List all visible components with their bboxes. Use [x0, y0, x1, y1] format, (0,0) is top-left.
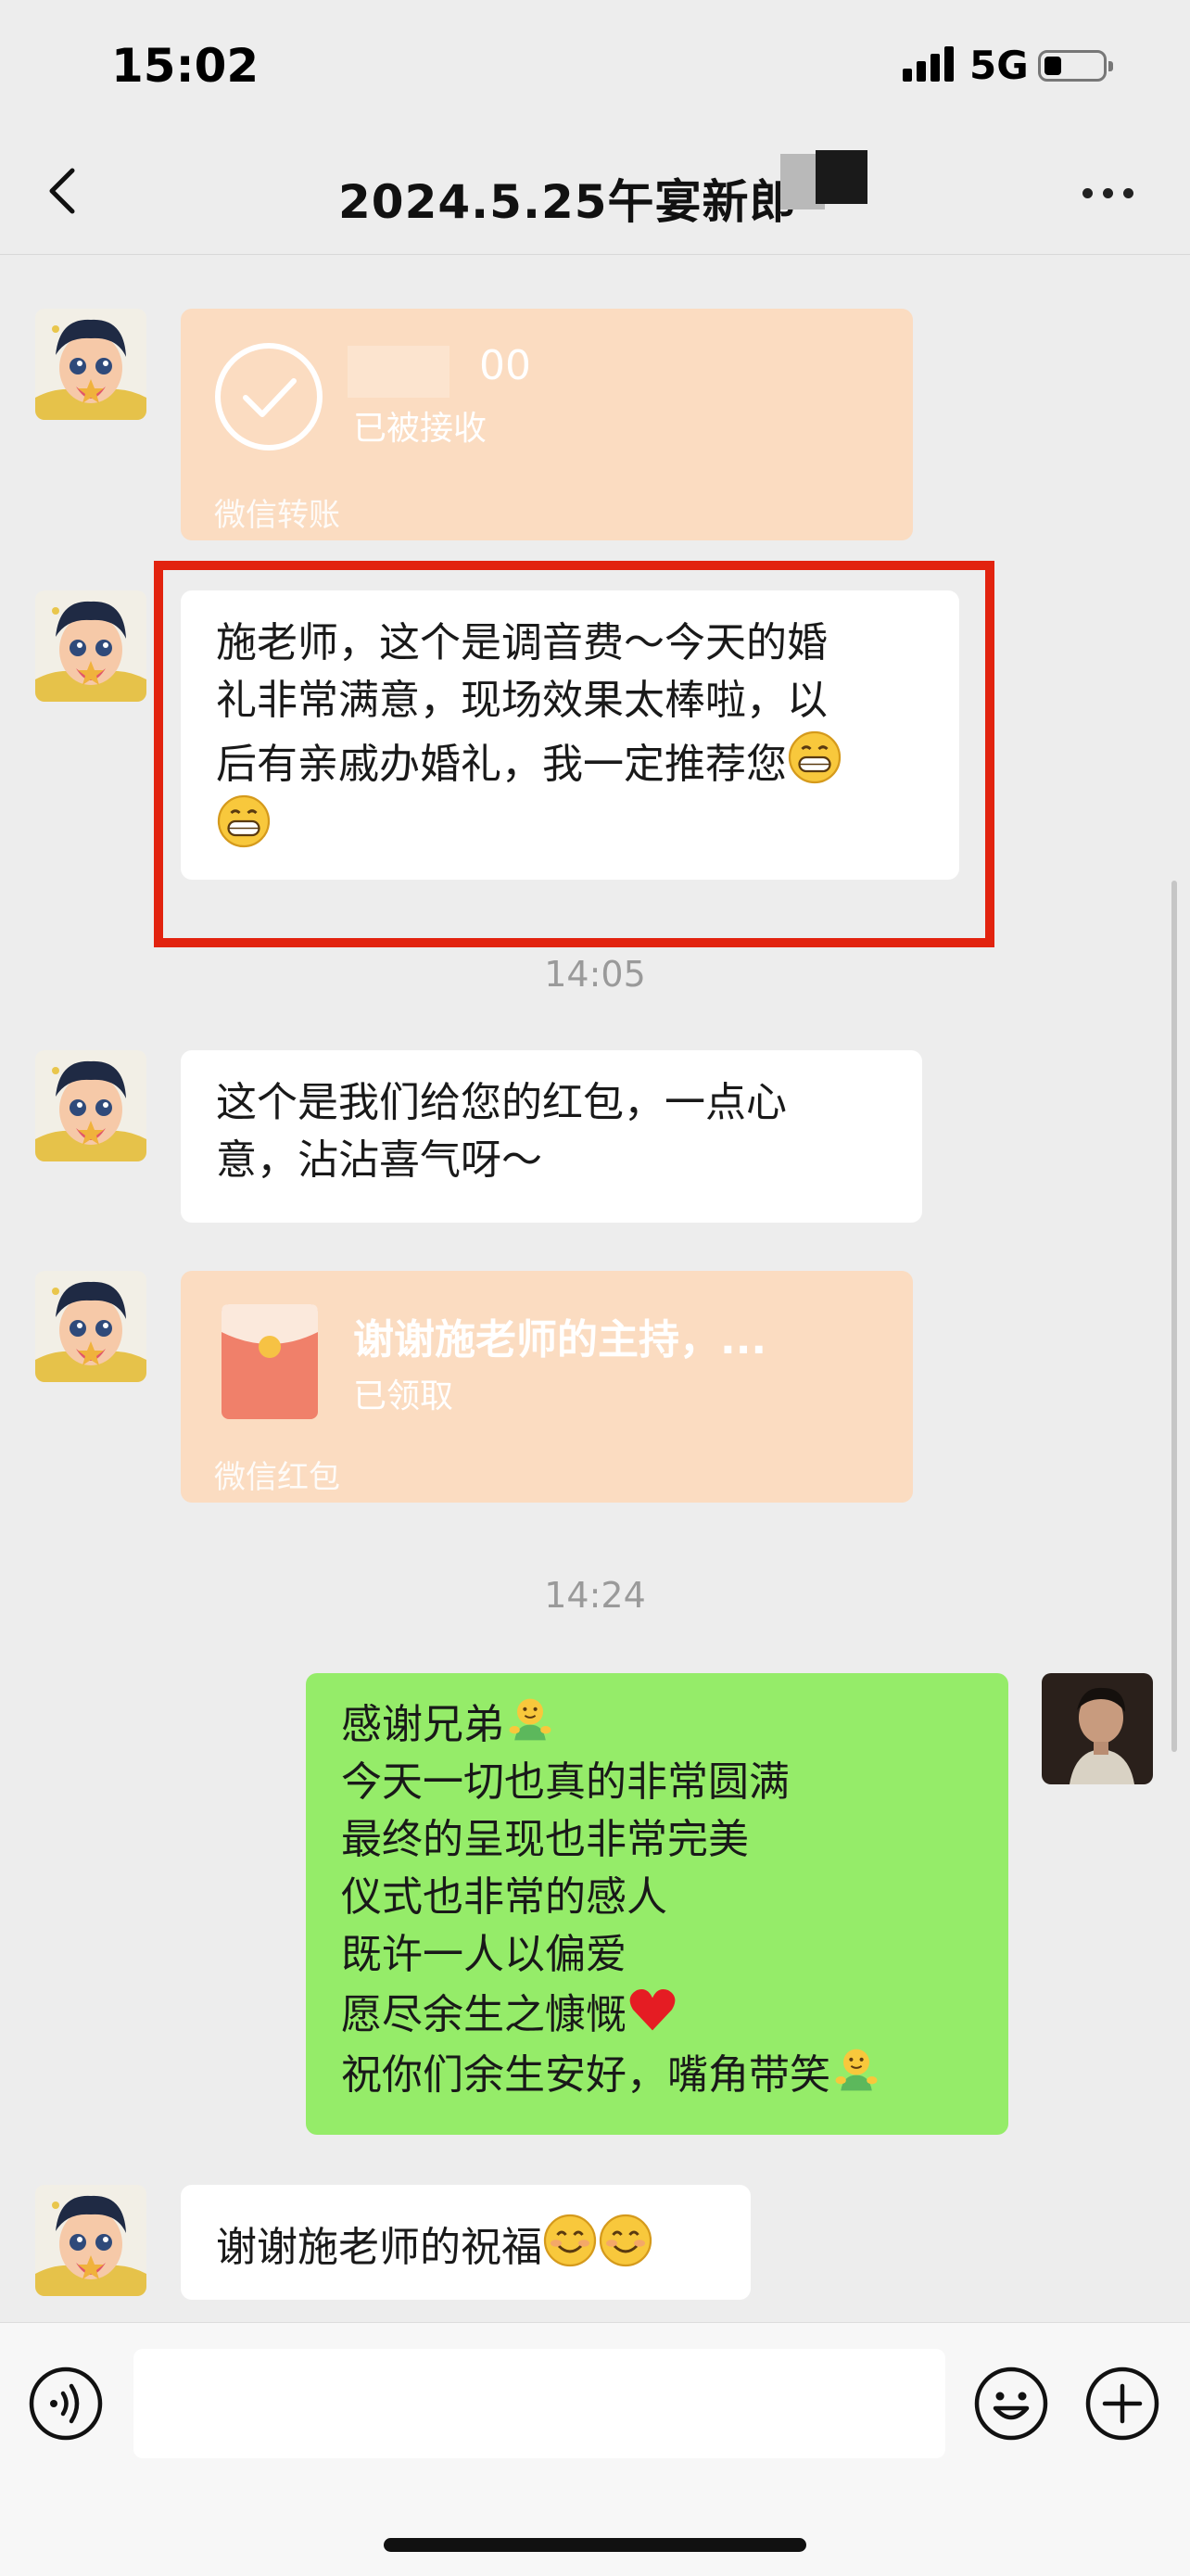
transfer-amount-redaction [348, 346, 449, 398]
transfer-amount: 00 [479, 342, 531, 389]
message-line: 愿尽余生之慷慨 [341, 1984, 973, 2044]
red-packet-icon [222, 1304, 318, 1419]
nav-bar: 2024.5.25午宴新郎 [0, 130, 1190, 255]
smile-emoji-icon [542, 2213, 598, 2268]
hug-emoji-icon [830, 2044, 882, 2096]
red-packet-label: 微信红包 [214, 1459, 340, 1496]
ellipsis-icon [1082, 188, 1093, 198]
status-bar: 15:02 5G [0, 0, 1190, 130]
transfer-status: 已被接收 [353, 410, 487, 448]
network-label: 5G [969, 43, 1029, 88]
plus-icon [1085, 2367, 1159, 2441]
message-bubble[interactable]: 这个是我们给您的红包，一点心 意，沾沾喜气呀～ [181, 1050, 922, 1223]
message-line: 感谢兄弟 [341, 1694, 973, 1754]
red-packet-title: 谢谢施老师的主持，... [353, 1316, 767, 1364]
highlight-box [154, 561, 994, 947]
avatar[interactable] [35, 1271, 146, 1382]
more-button[interactable] [1082, 182, 1138, 204]
avatar[interactable] [35, 1050, 146, 1161]
voice-icon [29, 2367, 103, 2441]
chat-title: 2024.5.25午宴新郎 [338, 175, 797, 229]
message-line: 最终的呈现也非常完美 [341, 1816, 749, 1863]
transfer-card[interactable]: 00 已被接收 微信转账 [181, 309, 913, 540]
plus-button[interactable] [1084, 2366, 1160, 2442]
emoji-icon [974, 2367, 1048, 2441]
message-line: 既许一人以偏爱 [341, 1931, 627, 1978]
timestamp: 14:24 [544, 1575, 646, 1616]
home-indicator[interactable] [384, 2538, 806, 2552]
timestamp: 14:05 [544, 954, 646, 995]
avatar[interactable] [1042, 1673, 1153, 1784]
red-packet-card[interactable]: 谢谢施老师的主持，... 已领取 微信红包 [181, 1271, 913, 1503]
message-line: 意，沾沾喜气呀～ [216, 1136, 542, 1184]
smile-emoji-icon [598, 2213, 653, 2268]
red-packet-status: 已领取 [353, 1377, 454, 1415]
message-line: 今天一切也真的非常圆满 [341, 1758, 790, 1806]
message-bubble[interactable]: 感谢兄弟 今天一切也真的非常圆满 最终的呈现也非常完美 仪式也非常的感人 既许一… [306, 1673, 1008, 2135]
chat-area[interactable]: 00 已被接收 微信转账 施老师，这个是调音费～今天的婚 礼非常满意，现场效果太… [0, 255, 1190, 2322]
emoji-button[interactable] [973, 2366, 1049, 2442]
avatar[interactable] [35, 590, 146, 702]
title-redaction [816, 150, 867, 204]
message-line: 仪式也非常的感人 [341, 1873, 667, 1921]
back-button[interactable] [35, 161, 95, 221]
message-line: 这个是我们给您的红包，一点心 [216, 1079, 787, 1126]
message-line: 谢谢施老师的祝福 [216, 2213, 715, 2277]
scrollbar[interactable] [1171, 881, 1177, 1752]
avatar[interactable] [35, 309, 146, 420]
chevron-left-icon [49, 168, 75, 214]
voice-button[interactable] [28, 2366, 104, 2442]
avatar[interactable] [35, 2185, 146, 2296]
check-circle-icon [215, 343, 323, 450]
status-time: 15:02 [111, 39, 260, 93]
hug-emoji-icon [504, 1694, 556, 1745]
heart-emoji-icon [627, 1984, 678, 2036]
message-line: 祝你们余生安好，嘴角带笑 [341, 2044, 973, 2104]
signal-icon [903, 46, 955, 82]
message-input[interactable] [133, 2349, 945, 2458]
battery-icon [1038, 50, 1113, 82]
message-bubble[interactable]: 谢谢施老师的祝福 [181, 2185, 751, 2300]
transfer-label: 微信转账 [214, 497, 340, 534]
